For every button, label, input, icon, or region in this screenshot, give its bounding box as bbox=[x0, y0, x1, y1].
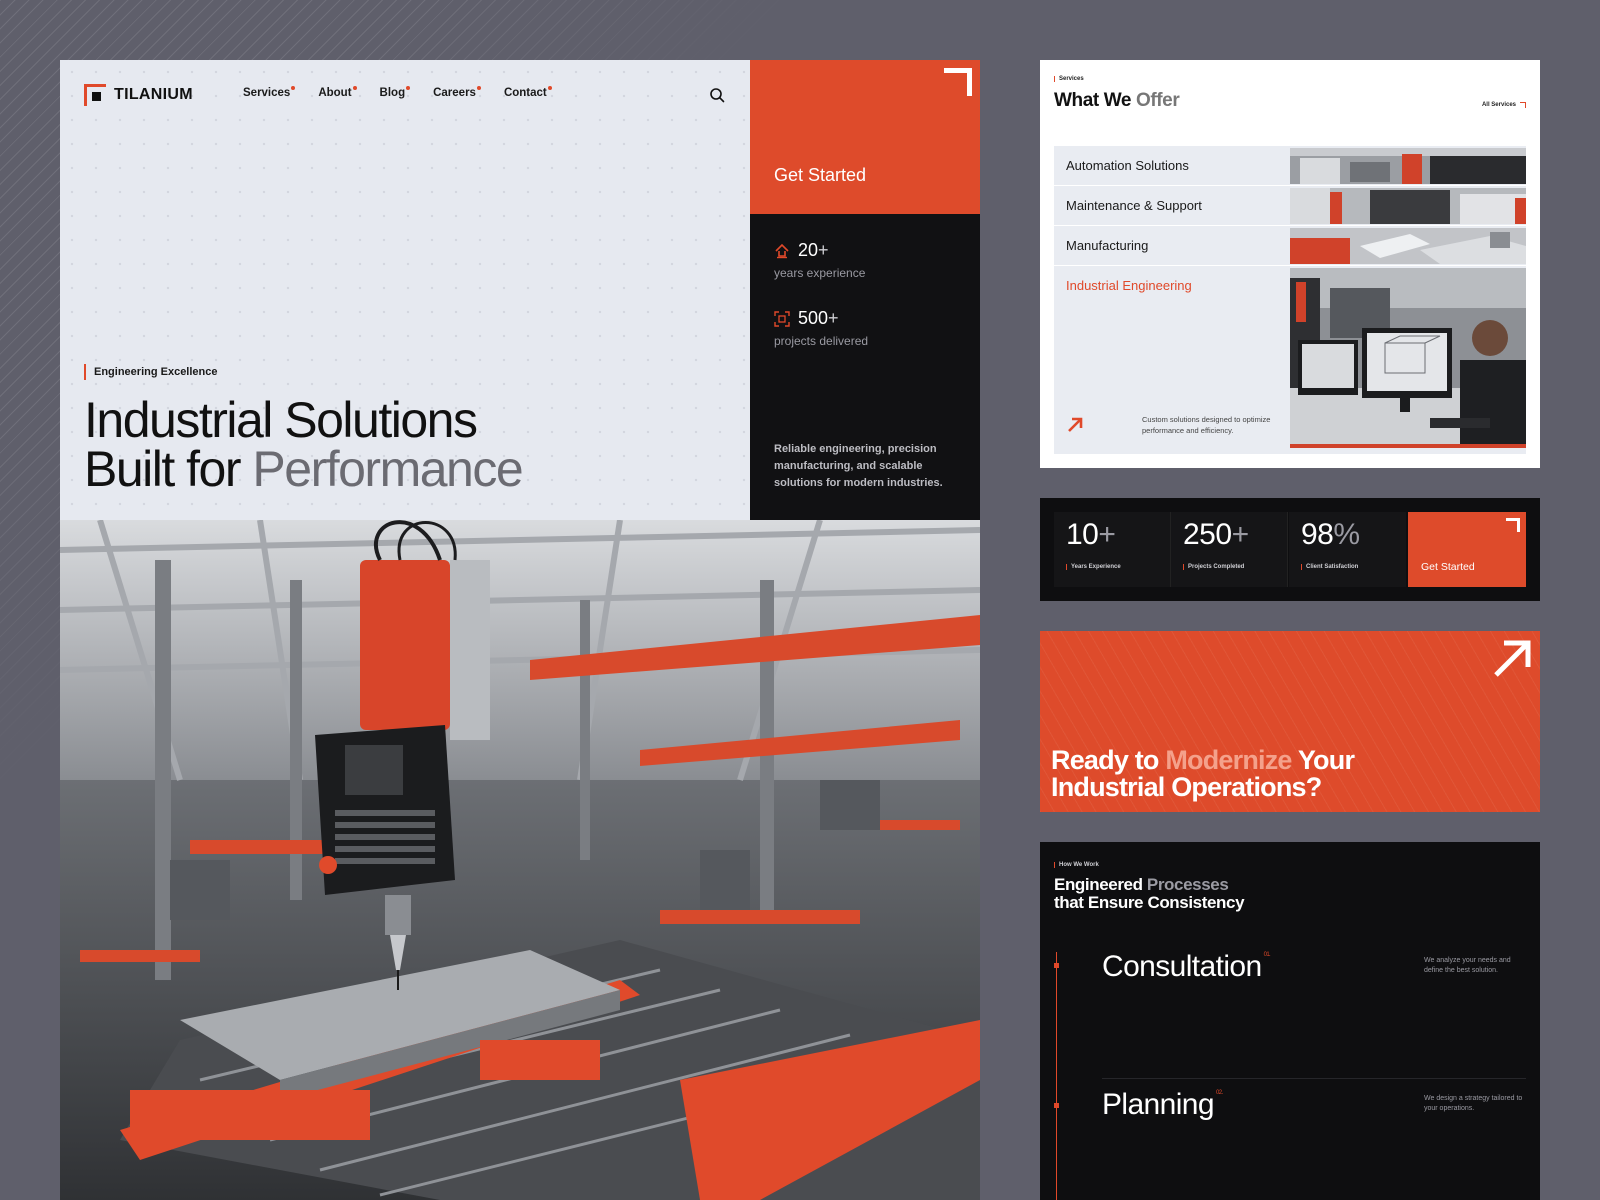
service-label: Industrial Engineering bbox=[1066, 278, 1192, 293]
corner-arrow-icon bbox=[944, 68, 972, 96]
title-prefix: What We bbox=[1054, 90, 1136, 111]
process-panel: How We Work Engineered Processes that En… bbox=[1040, 842, 1540, 1200]
corner-arrow-icon bbox=[1520, 102, 1526, 108]
banner-line-2: Industrial Operations? bbox=[1051, 772, 1322, 802]
nav-item-contact[interactable]: Contact bbox=[503, 86, 552, 99]
nav-label: Services bbox=[243, 87, 291, 99]
stat-label: Client Satisfaction bbox=[1301, 564, 1358, 570]
service-item-maintenance[interactable]: Maintenance & Support bbox=[1054, 186, 1526, 226]
nav-label: Contact bbox=[503, 87, 547, 99]
services-eyebrow: Services bbox=[1054, 76, 1084, 82]
service-note: Custom solutions designed to optimize pe… bbox=[1142, 415, 1271, 435]
search-icon[interactable] bbox=[709, 87, 725, 103]
factory-hero-image bbox=[60, 520, 980, 1200]
all-services-link[interactable]: All Services bbox=[1482, 102, 1526, 108]
brand-logo[interactable]: TILANIUM bbox=[84, 84, 193, 106]
hero-description: Reliable engineering, precision manufact… bbox=[774, 443, 943, 489]
service-thumbnail bbox=[1290, 188, 1526, 224]
step-divider bbox=[1102, 1078, 1526, 1079]
cta-label: Get Started bbox=[774, 165, 867, 185]
service-item-manufacturing[interactable]: Manufacturing bbox=[1054, 226, 1526, 266]
scan-frame-icon bbox=[774, 310, 790, 327]
stat-years-experience: 10+ Years Experience bbox=[1054, 512, 1171, 587]
arrow-up-right-icon[interactable] bbox=[1066, 416, 1084, 434]
step-description: We analyze your needs and define the bes… bbox=[1424, 957, 1511, 974]
stat-value: 20+ bbox=[798, 240, 829, 260]
nav-dot bbox=[406, 86, 411, 90]
hero-stats-panel: 20+ years experience 500+ projects deliv… bbox=[750, 214, 980, 520]
stats-bar: 10+ Years Experience 250+ Projects Compl… bbox=[1040, 498, 1540, 601]
stat-value: 250+ bbox=[1183, 518, 1249, 551]
nav-label: Blog bbox=[379, 87, 406, 99]
nav-item-careers[interactable]: Careers bbox=[433, 86, 481, 99]
process-timeline bbox=[1056, 952, 1057, 1200]
banner-accent: Modernize bbox=[1165, 745, 1292, 775]
corner-arrow-icon bbox=[1506, 518, 1520, 532]
headline-line-2: Built for bbox=[84, 441, 253, 497]
nav-label: Careers bbox=[433, 87, 476, 99]
nav-dot bbox=[352, 86, 357, 90]
step-number: 01. bbox=[1263, 952, 1271, 958]
brand-name: TILANIUM bbox=[114, 86, 193, 103]
cta-label: Get Started bbox=[1421, 561, 1475, 573]
nav-dot bbox=[547, 86, 552, 90]
link-label: All Services bbox=[1481, 102, 1516, 108]
stat-label: Projects Completed bbox=[1183, 564, 1244, 570]
home-arrow-icon bbox=[775, 243, 789, 258]
stat-projects-completed: 250+ Projects Completed bbox=[1171, 512, 1288, 587]
services-panel: Services What We Offer All Services Auto… bbox=[1040, 60, 1540, 468]
stat-projects: 500+ bbox=[774, 308, 839, 329]
nav-item-services[interactable]: Services bbox=[243, 86, 296, 99]
service-feature-image bbox=[1290, 268, 1526, 448]
process-step-consultation: Consultation 01. bbox=[1102, 950, 1271, 983]
process-eyebrow: How We Work bbox=[1054, 862, 1099, 868]
cta-banner[interactable]: Ready to Modernize Your Industrial Opera… bbox=[1040, 631, 1540, 812]
service-thumbnail bbox=[1290, 228, 1526, 264]
timeline-node bbox=[1054, 963, 1059, 968]
stat-value: 10+ bbox=[1066, 518, 1116, 551]
logo-icon bbox=[84, 84, 106, 106]
stat-years: 20+ bbox=[774, 240, 829, 261]
arrow-up-right-icon bbox=[1494, 640, 1531, 677]
services-title: What We Offer bbox=[1054, 90, 1180, 112]
stat-client-satisfaction: 98% Client Satisfaction bbox=[1289, 512, 1406, 587]
timeline-node bbox=[1054, 1103, 1059, 1108]
stat-label: years experience bbox=[774, 266, 866, 280]
nav-item-blog[interactable]: Blog bbox=[379, 86, 411, 99]
service-item-industrial-engineering[interactable]: Industrial Engineering bbox=[1054, 266, 1526, 454]
hero-get-started-button[interactable]: Get Started bbox=[750, 60, 980, 214]
step-number: 02. bbox=[1215, 1090, 1223, 1096]
title-accent: Offer bbox=[1135, 90, 1180, 111]
process-step-planning: Planning 02. bbox=[1102, 1088, 1223, 1121]
service-label: Automation Solutions bbox=[1066, 158, 1189, 173]
hero-headline: Industrial Solutions Built for Performan… bbox=[84, 395, 524, 497]
process-title: Engineered Processes that Ensure Consist… bbox=[1054, 875, 1245, 912]
hero-panel: TILANIUM Services About Blog Careers Con… bbox=[60, 60, 980, 1200]
nav-dot bbox=[476, 86, 481, 90]
stat-value: 98% bbox=[1301, 518, 1360, 551]
step-description: We design a strategy tailored to your op… bbox=[1424, 1095, 1523, 1112]
title-accent: Processes bbox=[1146, 875, 1229, 894]
services-list: Automation Solutions Maintenance & Suppo… bbox=[1054, 146, 1526, 454]
hero-header-area: TILANIUM Services About Blog Careers Con… bbox=[60, 60, 750, 520]
service-item-automation[interactable]: Automation Solutions bbox=[1054, 146, 1526, 186]
stat-label: Years Experience bbox=[1066, 564, 1121, 570]
banner-headline: Ready to Modernize Your Industrial Opera… bbox=[1051, 745, 1355, 802]
hero-eyebrow: Engineering Excellence bbox=[84, 364, 218, 380]
title-line-2: that Ensure Consistency bbox=[1054, 893, 1245, 912]
stat-value: 500+ bbox=[798, 308, 839, 328]
nav-item-about[interactable]: About bbox=[318, 86, 357, 99]
nav-label: About bbox=[318, 87, 352, 99]
stat-label: projects delivered bbox=[774, 334, 869, 348]
service-label: Maintenance & Support bbox=[1066, 198, 1202, 213]
factory-illustration bbox=[60, 520, 980, 1200]
service-thumbnail bbox=[1290, 148, 1526, 184]
headline-line-1: Industrial Solutions bbox=[84, 392, 478, 448]
main-nav: Services About Blog Careers Contact bbox=[243, 86, 552, 99]
stats-get-started-button[interactable]: Get Started bbox=[1408, 512, 1526, 587]
service-label: Manufacturing bbox=[1066, 238, 1149, 253]
headline-accent: Performance bbox=[252, 441, 523, 497]
nav-dot bbox=[291, 86, 296, 90]
